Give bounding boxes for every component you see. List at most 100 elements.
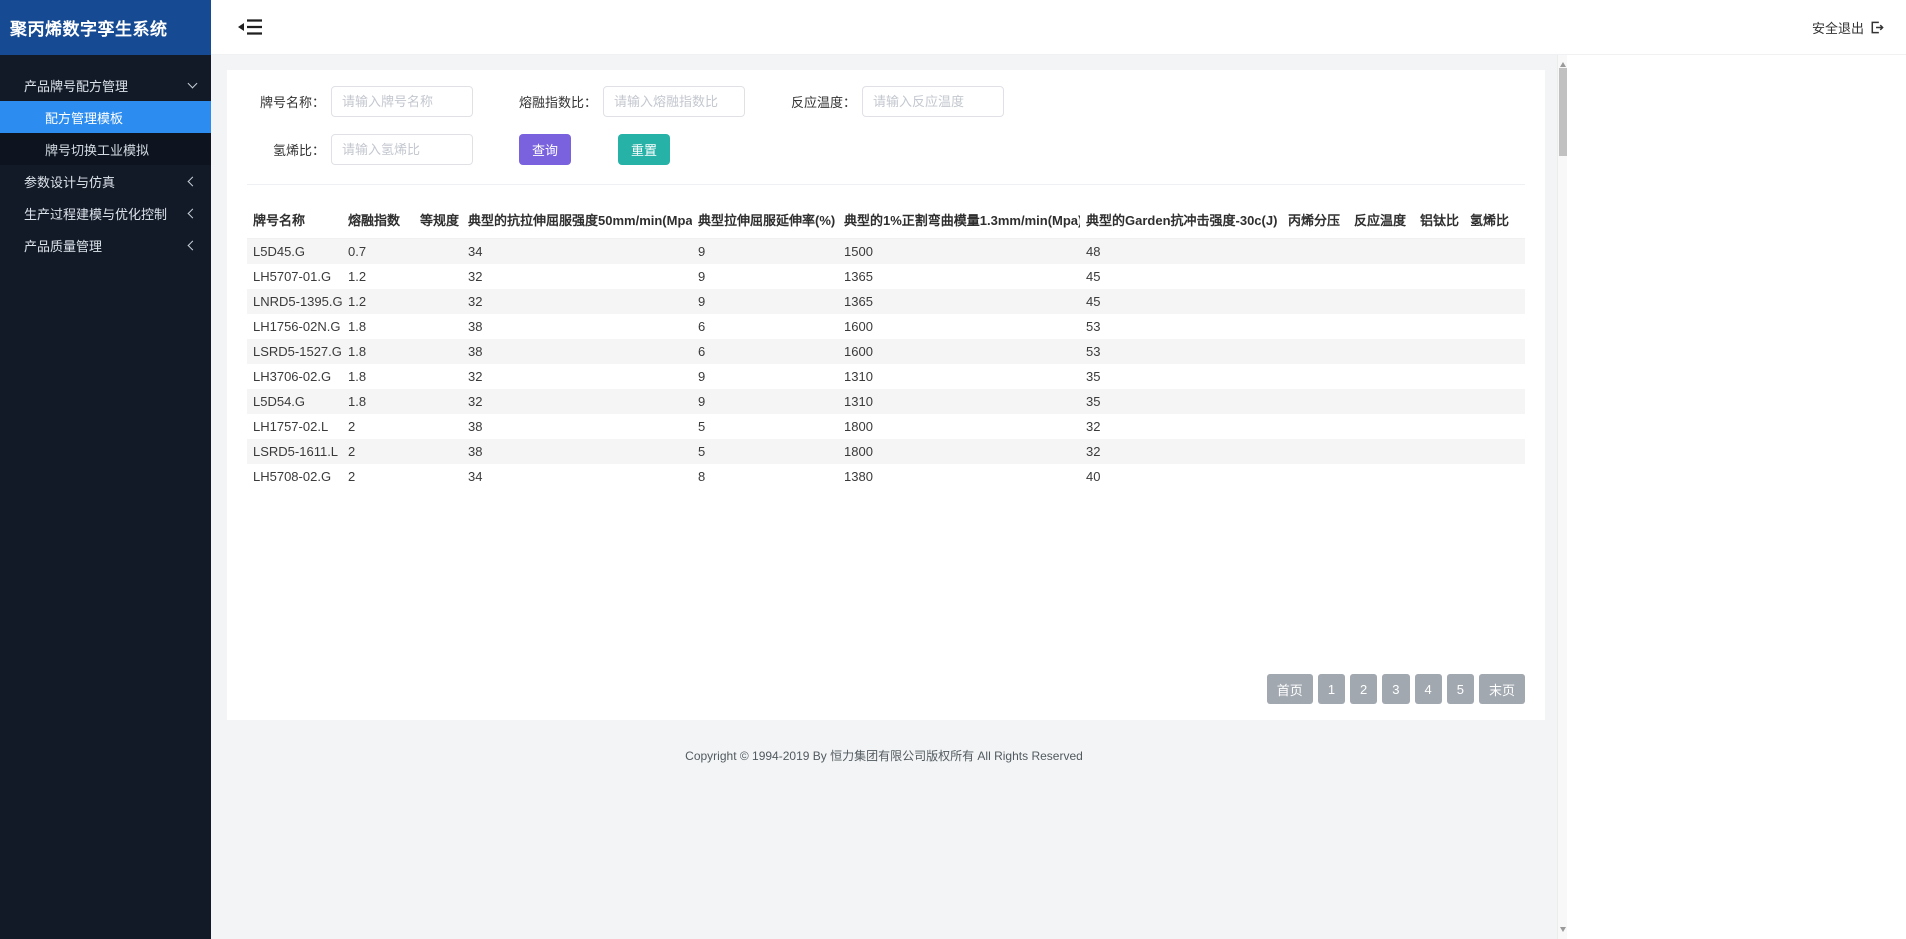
table-cell: 38 — [462, 439, 692, 464]
table-header-row: 牌号名称熔融指数等规度典型的抗拉伸屈服强度50mm/min(Mpa)典型拉伸屈服… — [247, 201, 1525, 239]
sidebar-item-label: 产品质量管理 — [24, 236, 102, 255]
pagination-page-button[interactable]: 4 — [1415, 674, 1442, 704]
column-header: 氢烯比 — [1464, 201, 1525, 239]
table-cell: 2 — [342, 414, 414, 439]
table-cell: 32 — [462, 264, 692, 289]
logout-button[interactable]: 安全退出 — [1812, 18, 1884, 37]
right-gutter — [1567, 55, 1906, 939]
column-header: 典型的Garden抗冲击强度-30c(J) — [1080, 201, 1282, 239]
reset-button[interactable]: 重置 — [618, 134, 670, 165]
table-cell: L5D45.G — [247, 239, 342, 265]
table-cell: 1500 — [838, 239, 1080, 265]
sidebar-subitem[interactable]: 牌号切换工业模拟 — [0, 133, 211, 165]
pagination-first-button[interactable]: 首页 — [1267, 674, 1313, 704]
scrollbar-up-arrow[interactable] — [1560, 59, 1566, 67]
table-row: LH1756-02N.G1.8386160053 — [247, 314, 1525, 339]
sidebar-item-2[interactable]: 生产过程建模与优化控制 — [0, 197, 211, 229]
table-cell: 1.8 — [342, 314, 414, 339]
search-input-3[interactable] — [331, 134, 473, 165]
table-cell: 1365 — [838, 289, 1080, 314]
table-cell: 9 — [692, 289, 838, 314]
search-form: 牌号名称：熔融指数比：反应温度：氢烯比：查询重置 — [247, 86, 1525, 185]
sidebar: 聚丙烯数字孪生系统 产品牌号配方管理配方管理模板牌号切换工业模拟参数设计与仿真生… — [0, 0, 211, 939]
sidebar-item-1[interactable]: 参数设计与仿真 — [0, 165, 211, 197]
table-cell — [1348, 314, 1414, 339]
table-cell — [1414, 414, 1464, 439]
table-cell: 1.2 — [342, 289, 414, 314]
table-cell — [414, 364, 462, 389]
table-cell: L5D54.G — [247, 389, 342, 414]
sidebar-item-3[interactable]: 产品质量管理 — [0, 229, 211, 261]
column-header: 等规度 — [414, 201, 462, 239]
table-cell — [1282, 389, 1348, 414]
vertical-scrollbar[interactable] — [1557, 55, 1567, 939]
table-row: L5D45.G0.7349150048 — [247, 239, 1525, 265]
table-cell — [1414, 389, 1464, 414]
pagination-page-button[interactable]: 5 — [1447, 674, 1474, 704]
table-cell — [1282, 414, 1348, 439]
scrollbar-down-arrow[interactable] — [1560, 927, 1566, 935]
table-cell: 32 — [1080, 439, 1282, 464]
table-cell — [1348, 464, 1414, 489]
table-cell — [414, 464, 462, 489]
table-cell: LSRD5-1611.L — [247, 439, 342, 464]
sidebar-subitem[interactable]: 配方管理模板 — [0, 101, 211, 133]
search-input-2[interactable] — [862, 86, 1004, 117]
search-input-0[interactable] — [331, 86, 473, 117]
pagination-page-button[interactable]: 2 — [1350, 674, 1377, 704]
search-field-3: 氢烯比： — [247, 134, 473, 165]
table-cell: 40 — [1080, 464, 1282, 489]
table-row: L5D54.G1.8329131035 — [247, 389, 1525, 414]
sidebar-item-0[interactable]: 产品牌号配方管理 — [0, 69, 211, 101]
search-row-2: 氢烯比： 查询 重置 — [247, 134, 1525, 165]
table-cell: 1.8 — [342, 364, 414, 389]
menu-toggle-icon — [237, 17, 264, 37]
sidebar-toggle-button[interactable] — [233, 13, 268, 41]
table-cell — [1348, 339, 1414, 364]
table-cell — [1414, 314, 1464, 339]
pagination-page-button[interactable]: 1 — [1318, 674, 1345, 704]
table-cell — [1348, 364, 1414, 389]
table-row: LSRD5-1611.L2385180032 — [247, 439, 1525, 464]
column-header: 典型的抗拉伸屈服强度50mm/min(Mpa) — [462, 201, 692, 239]
table-cell: 32 — [462, 364, 692, 389]
pagination: 首页12345末页 — [247, 674, 1525, 704]
table-cell — [1282, 364, 1348, 389]
table-cell: 1365 — [838, 264, 1080, 289]
table-cell: 35 — [1080, 389, 1282, 414]
table-cell: 34 — [462, 464, 692, 489]
chevron-left-icon — [188, 176, 198, 186]
table-cell — [414, 389, 462, 414]
table-cell: 2 — [342, 439, 414, 464]
table-cell — [1464, 364, 1525, 389]
scrollbar-thumb[interactable] — [1559, 68, 1567, 156]
search-field-label: 牌号名称： — [247, 92, 325, 111]
chevron-down-icon — [188, 79, 198, 89]
content-area: 牌号名称：熔融指数比：反应温度：氢烯比：查询重置 牌号名称熔融指数等规度典型的抗… — [211, 55, 1567, 939]
table-cell: 45 — [1080, 289, 1282, 314]
pagination-last-button[interactable]: 末页 — [1479, 674, 1525, 704]
table-cell — [1464, 264, 1525, 289]
table-cell — [1282, 439, 1348, 464]
pagination-page-button[interactable]: 3 — [1382, 674, 1409, 704]
table-cell: 1310 — [838, 364, 1080, 389]
footer-copyright: Copyright © 1994-2019 By 恒力集团有限公司版权所有 Al… — [211, 747, 1567, 764]
table-cell: 1.8 — [342, 339, 414, 364]
table-cell: 2 — [342, 464, 414, 489]
table-cell: 1380 — [838, 464, 1080, 489]
table-cell: 32 — [1080, 414, 1282, 439]
main-area: 安全退出 牌号名称：熔融指数比：反应温度：氢烯比：查询重置 牌号名称熔融指数等规… — [211, 0, 1906, 939]
table-cell — [1414, 339, 1464, 364]
table-cell: 9 — [692, 264, 838, 289]
table-cell — [1464, 314, 1525, 339]
table-cell — [414, 289, 462, 314]
table-cell: 32 — [462, 289, 692, 314]
query-button[interactable]: 查询 — [519, 134, 571, 165]
table-cell: 38 — [462, 414, 692, 439]
table-cell — [414, 239, 462, 265]
sidebar-menu: 产品牌号配方管理配方管理模板牌号切换工业模拟参数设计与仿真生产过程建模与优化控制… — [0, 55, 211, 261]
search-input-1[interactable] — [603, 86, 745, 117]
table-cell — [1282, 289, 1348, 314]
table-cell — [414, 439, 462, 464]
table-cell: 35 — [1080, 364, 1282, 389]
